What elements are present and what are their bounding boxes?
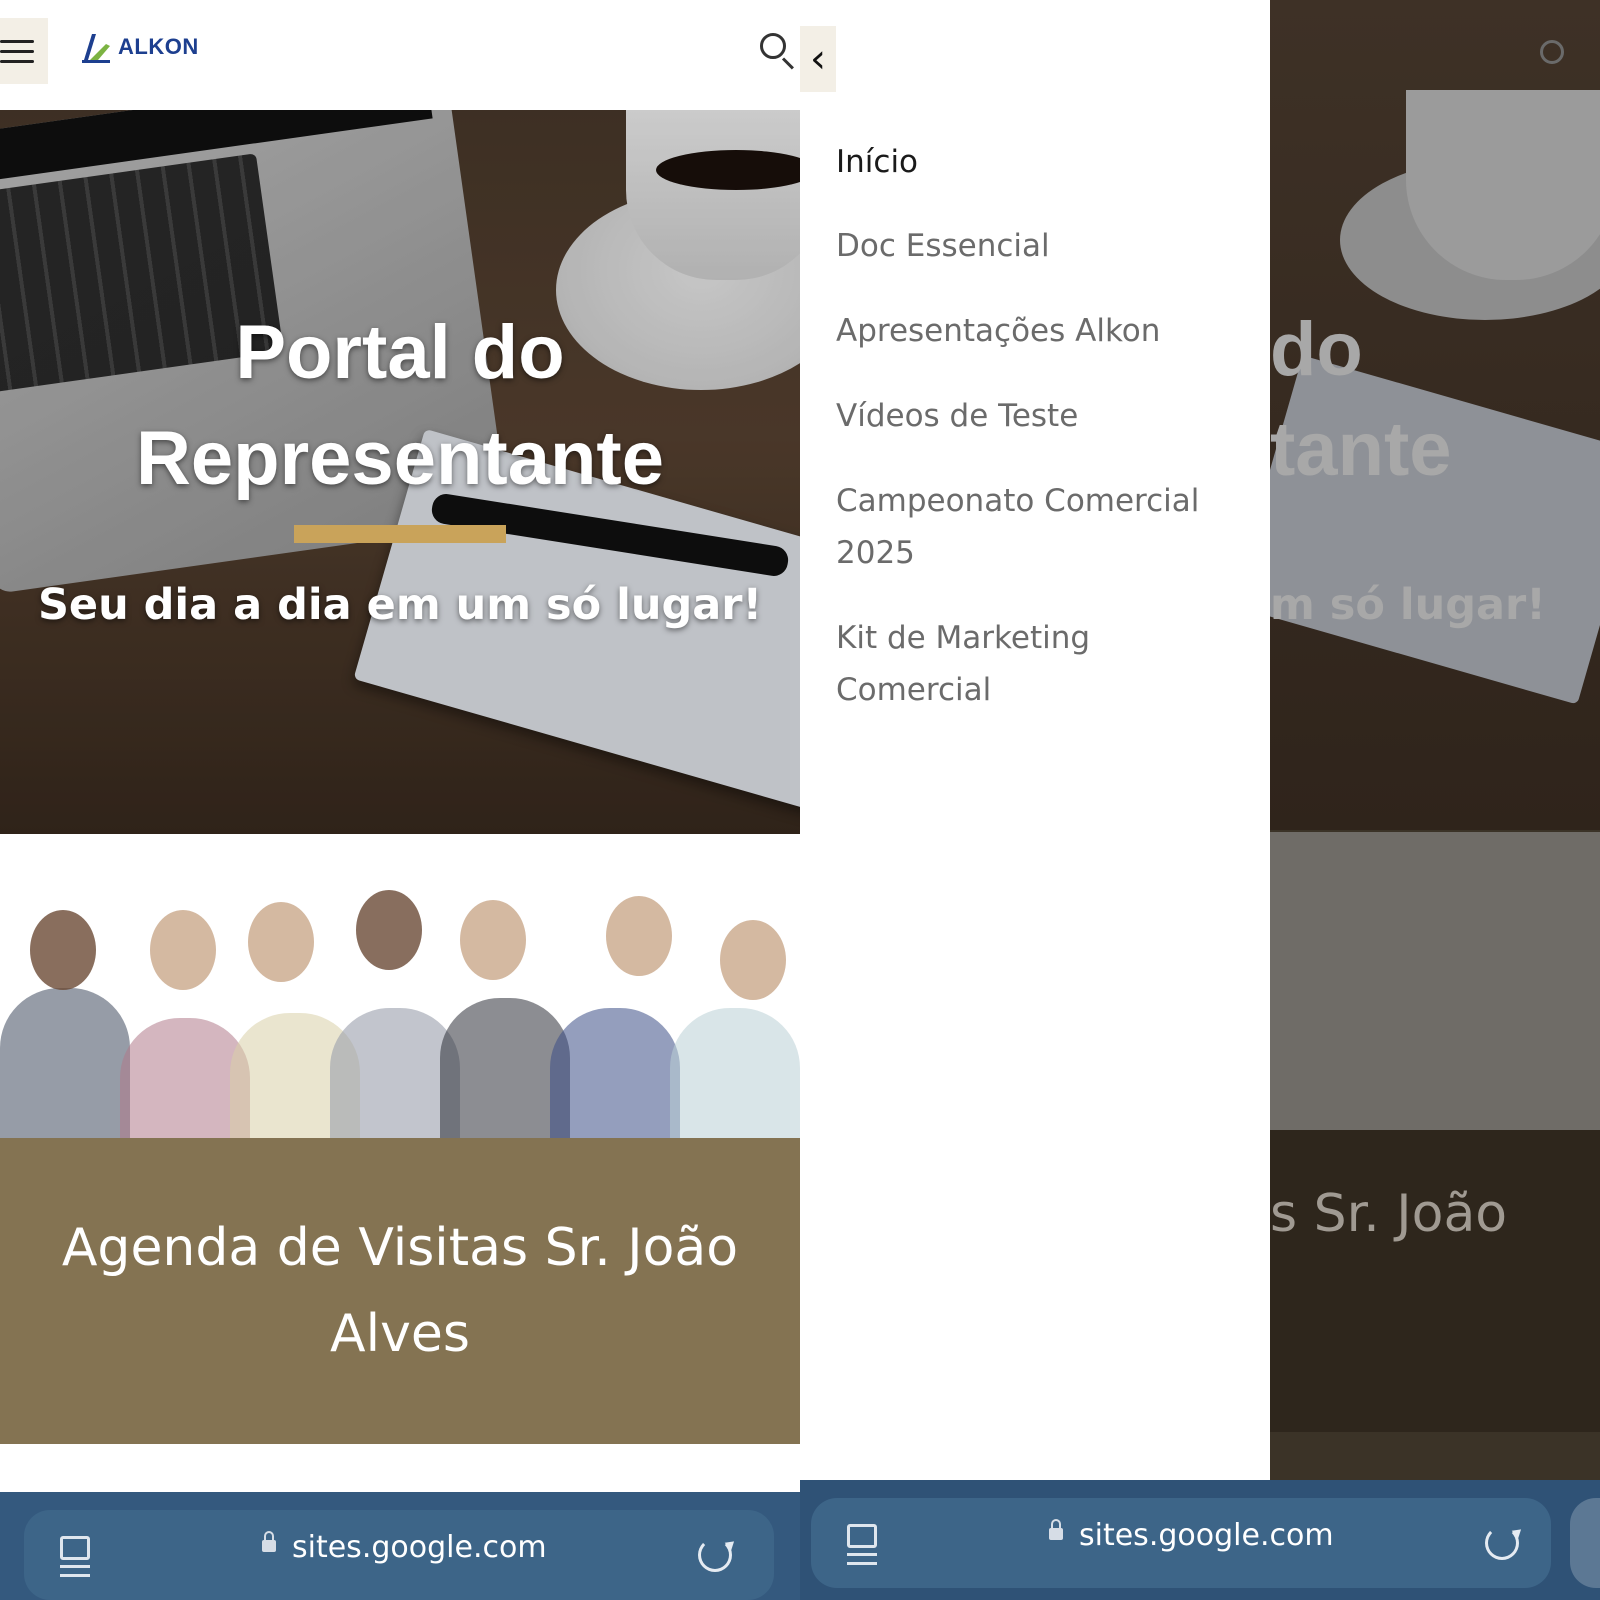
reload-icon[interactable] xyxy=(1485,1526,1519,1560)
nav-item-campeonato-comercial[interactable]: Campeonato Comercial 2025 xyxy=(836,475,1216,579)
dimmed-agenda-title: s Sr. João xyxy=(1270,1184,1508,1244)
hero-title: Portal do Representante xyxy=(136,310,664,501)
url-text: sites.google.com xyxy=(292,1530,547,1565)
hamburger-icon-line xyxy=(0,49,34,53)
dimmed-title-fragment: tante xyxy=(1270,407,1452,492)
person-head xyxy=(150,910,216,990)
nav-item-doc-essencial[interactable]: Doc Essencial xyxy=(836,220,1236,272)
agenda-card[interactable]: Agenda de Visitas Sr. João Alves xyxy=(0,1138,800,1444)
person-figure xyxy=(550,1008,680,1138)
address-bar[interactable]: sites.google.com xyxy=(24,1510,774,1600)
dimmed-agenda-card: s Sr. João xyxy=(1270,1130,1600,1432)
person-figure xyxy=(670,1008,800,1138)
logo-text: ALKON xyxy=(118,34,199,59)
alkon-logo-icon xyxy=(82,34,110,63)
dimmed-page-background[interactable]: do tante m só lugar! s Sr. João xyxy=(1270,0,1600,1600)
navigation-drawer: ‹ Início Doc Essencial Apresentações Alk… xyxy=(800,0,1270,1480)
agenda-title: Agenda de Visitas Sr. João Alves xyxy=(61,1218,739,1364)
person-head xyxy=(606,896,672,976)
site-logo[interactable]: ALKON xyxy=(78,30,199,64)
browser-toolbar: sites.google.com xyxy=(0,1492,800,1600)
tabs-icon[interactable] xyxy=(60,1536,90,1577)
dimmed-team-photo xyxy=(1270,832,1600,1130)
hamburger-icon-line xyxy=(0,59,34,63)
dimmed-cup-image xyxy=(1406,90,1600,280)
person-head xyxy=(356,890,422,970)
dimmed-search-icon xyxy=(1540,40,1564,64)
next-tab-preview[interactable] xyxy=(1570,1498,1600,1588)
nav-item-videos-de-teste[interactable]: Vídeos de Teste xyxy=(836,390,1236,442)
hero-subtitle: Seu dia a dia em um só lugar! xyxy=(37,580,763,630)
chevron-left-icon: ‹ xyxy=(810,36,826,82)
url-text: sites.google.com xyxy=(1079,1518,1334,1553)
person-figure xyxy=(0,988,130,1138)
site-header: ALKON xyxy=(0,0,800,110)
dimmed-hero-title: do tante xyxy=(1270,300,1452,500)
dimmed-title-fragment: do xyxy=(1270,307,1363,392)
phone-screen-right: do tante m só lugar! s Sr. João ‹ Início… xyxy=(800,0,1600,1600)
reload-icon[interactable] xyxy=(698,1538,732,1572)
nav-item-inicio[interactable]: Início xyxy=(836,136,1236,188)
address-bar[interactable]: sites.google.com xyxy=(811,1498,1551,1588)
person-head xyxy=(248,902,314,982)
dimmed-hero: do tante m só lugar! xyxy=(1270,0,1600,830)
person-head xyxy=(30,910,96,990)
close-drawer-button[interactable]: ‹ xyxy=(800,26,836,92)
person-head xyxy=(720,920,786,1000)
hamburger-menu-button[interactable] xyxy=(0,18,48,84)
browser-toolbar: sites.google.com xyxy=(800,1480,1600,1600)
nav-item-kit-de-marketing[interactable]: Kit de Marketing Comercial xyxy=(836,612,1136,716)
nav-item-apresentacoes-alkon[interactable]: Apresentações Alkon xyxy=(836,305,1236,357)
person-head xyxy=(460,900,526,980)
dimmed-hero-subtitle: m só lugar! xyxy=(1270,580,1546,630)
lock-icon xyxy=(262,1531,276,1552)
hero-accent-bar xyxy=(294,525,506,543)
team-photo xyxy=(0,890,800,1138)
phone-screen-left: ALKON Portal do Representante Seu dia a … xyxy=(0,0,800,1600)
hero-banner: Portal do Representante Seu dia a dia em… xyxy=(0,110,800,834)
hamburger-icon-line xyxy=(0,39,34,43)
tabs-icon[interactable] xyxy=(847,1524,877,1565)
search-icon[interactable] xyxy=(760,33,786,59)
lock-icon xyxy=(1049,1519,1063,1540)
